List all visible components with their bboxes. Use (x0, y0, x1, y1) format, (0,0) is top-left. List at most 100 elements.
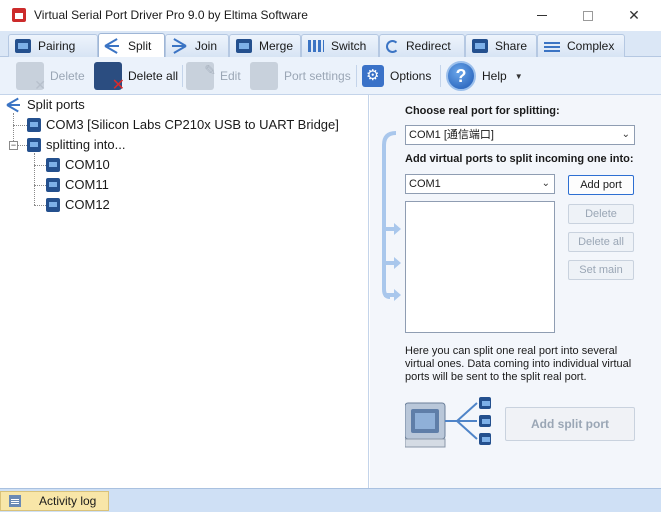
split-settings-panel: Choose real port for splitting: COM1 [通信… (370, 95, 661, 488)
tab-switch-label: Switch (331, 39, 367, 53)
options-button[interactable]: Options (362, 60, 431, 92)
virtual-port-select-value: COM1 (409, 178, 441, 190)
title-bar: Virtual Serial Port Driver Pro 9.0 by El… (0, 0, 661, 31)
merge-icon (236, 39, 252, 53)
edit-label: Edit (220, 69, 241, 83)
minimize-button[interactable] (519, 0, 565, 31)
tree-line (34, 153, 35, 205)
tab-pairing-label: Pairing (38, 39, 76, 53)
delete-icon (16, 62, 46, 94)
tab-pairing[interactable]: Pairing (8, 34, 98, 57)
tree-line (34, 165, 46, 166)
minimize-icon (537, 15, 547, 16)
split-info-text: Here you can split one real port into se… (405, 345, 632, 383)
activity-log-tab[interactable]: Activity log (0, 491, 109, 511)
real-port-select[interactable]: COM1 [通信端口] ⌄ (405, 125, 635, 145)
set-main-button[interactable]: Set main (568, 260, 634, 280)
delete-all-label: Delete all (128, 69, 179, 83)
tab-redirect[interactable]: Redirect (379, 34, 465, 57)
help-label: Help (482, 69, 507, 83)
maximize-icon (583, 10, 593, 21)
tree-item-real-port[interactable]: COM3 [Silicon Labs CP210x USB to UART Br… (27, 117, 339, 132)
delete-label: Delete (50, 69, 85, 83)
tree-root-label: Split ports (27, 97, 85, 112)
toolbar-separator (182, 65, 183, 87)
delete-all-button[interactable]: Delete all (94, 60, 179, 95)
tree-item-virtual-port[interactable]: COM11 (46, 177, 109, 192)
help-button[interactable]: ? Help ▼ (446, 60, 523, 92)
app-icon (12, 8, 26, 22)
port-pair-icon (15, 39, 31, 53)
split-diagram-icon (405, 397, 491, 448)
toolbar: Delete Delete all Edit Port settings Opt… (0, 57, 661, 95)
tree-item-virtual-port-label: COM11 (65, 177, 109, 192)
delete-port-button[interactable]: Delete (568, 204, 634, 224)
delete-all-ports-button[interactable]: Delete all (568, 232, 634, 252)
port-settings-label: Port settings (284, 69, 351, 83)
log-icon (9, 495, 21, 507)
tab-join[interactable]: Join (165, 34, 229, 57)
add-port-button[interactable]: Add port (568, 175, 634, 195)
edit-icon (186, 62, 216, 90)
tab-merge-label: Merge (259, 39, 294, 53)
collapse-icon[interactable]: − (9, 141, 18, 150)
tree-item-virtual-port[interactable]: COM12 (46, 197, 110, 212)
port-settings-button[interactable]: Port settings (250, 60, 351, 92)
tree-root[interactable]: Split ports (6, 97, 85, 112)
serial-port-icon (46, 177, 60, 192)
toolbar-separator (440, 65, 441, 87)
status-bar: Activity log (0, 488, 661, 512)
chevron-down-icon: ⌄ (541, 178, 550, 189)
tab-complex[interactable]: Complex (537, 34, 625, 57)
redirect-icon (386, 39, 399, 53)
tab-split-label: Split (128, 39, 152, 53)
tab-switch[interactable]: Switch (301, 34, 379, 57)
maximize-button[interactable] (565, 0, 611, 31)
close-button[interactable]: ✕ (611, 0, 657, 31)
real-port-label: Choose real port for splitting: (405, 105, 560, 117)
window-title: Virtual Serial Port Driver Pro 9.0 by El… (34, 8, 308, 22)
serial-port-icon (46, 157, 60, 172)
split-ports-tree[interactable]: Split ports COM3 [Silicon Labs CP210x US… (0, 95, 369, 488)
serial-port-icon (46, 197, 60, 212)
switch-icon (308, 40, 324, 52)
tree-line (34, 205, 46, 206)
chevron-down-icon: ▼ (514, 71, 523, 81)
port-settings-icon (250, 62, 278, 90)
tree-item-splitting-into[interactable]: splitting into... (27, 137, 126, 152)
toolbar-separator (356, 65, 357, 87)
tab-split[interactable]: Split (98, 33, 165, 58)
share-icon (472, 39, 488, 53)
gear-icon (362, 65, 384, 87)
tree-line (34, 185, 46, 186)
tab-redirect-label: Redirect (406, 39, 451, 53)
split-icon (104, 38, 121, 54)
tab-share-label: Share (495, 39, 528, 53)
split-flow-arrows-icon (382, 131, 401, 301)
edit-button[interactable]: Edit (186, 60, 241, 92)
serial-port-icon (27, 137, 41, 152)
delete-button[interactable]: Delete (16, 60, 85, 94)
join-icon (172, 38, 188, 54)
virtual-ports-label: Add virtual ports to split incoming one … (405, 153, 634, 165)
tree-item-real-port-label: COM3 [Silicon Labs CP210x USB to UART Br… (46, 117, 339, 132)
delete-all-icon (94, 62, 125, 95)
tab-strip: Pairing Split Join Merge Switch Redirect… (0, 31, 661, 58)
tree-item-virtual-port-label: COM10 (65, 157, 110, 172)
split-icon (6, 97, 22, 112)
tab-share[interactable]: Share (465, 34, 537, 57)
tree-line (18, 145, 27, 146)
tab-merge[interactable]: Merge (229, 34, 301, 57)
tab-join-label: Join (195, 39, 218, 53)
help-icon: ? (446, 61, 476, 91)
activity-log-label: Activity log (39, 494, 97, 508)
real-port-select-value: COM1 [通信端口] (409, 129, 494, 141)
tree-item-virtual-port[interactable]: COM10 (46, 157, 110, 172)
tree-line (13, 125, 27, 126)
virtual-ports-list[interactable] (405, 201, 555, 333)
chevron-down-icon: ⌄ (621, 129, 630, 140)
add-split-port-button[interactable]: Add split port (505, 407, 635, 441)
serial-port-icon (27, 117, 41, 132)
options-label: Options (390, 69, 432, 83)
virtual-port-select[interactable]: COM1 ⌄ (405, 174, 555, 194)
